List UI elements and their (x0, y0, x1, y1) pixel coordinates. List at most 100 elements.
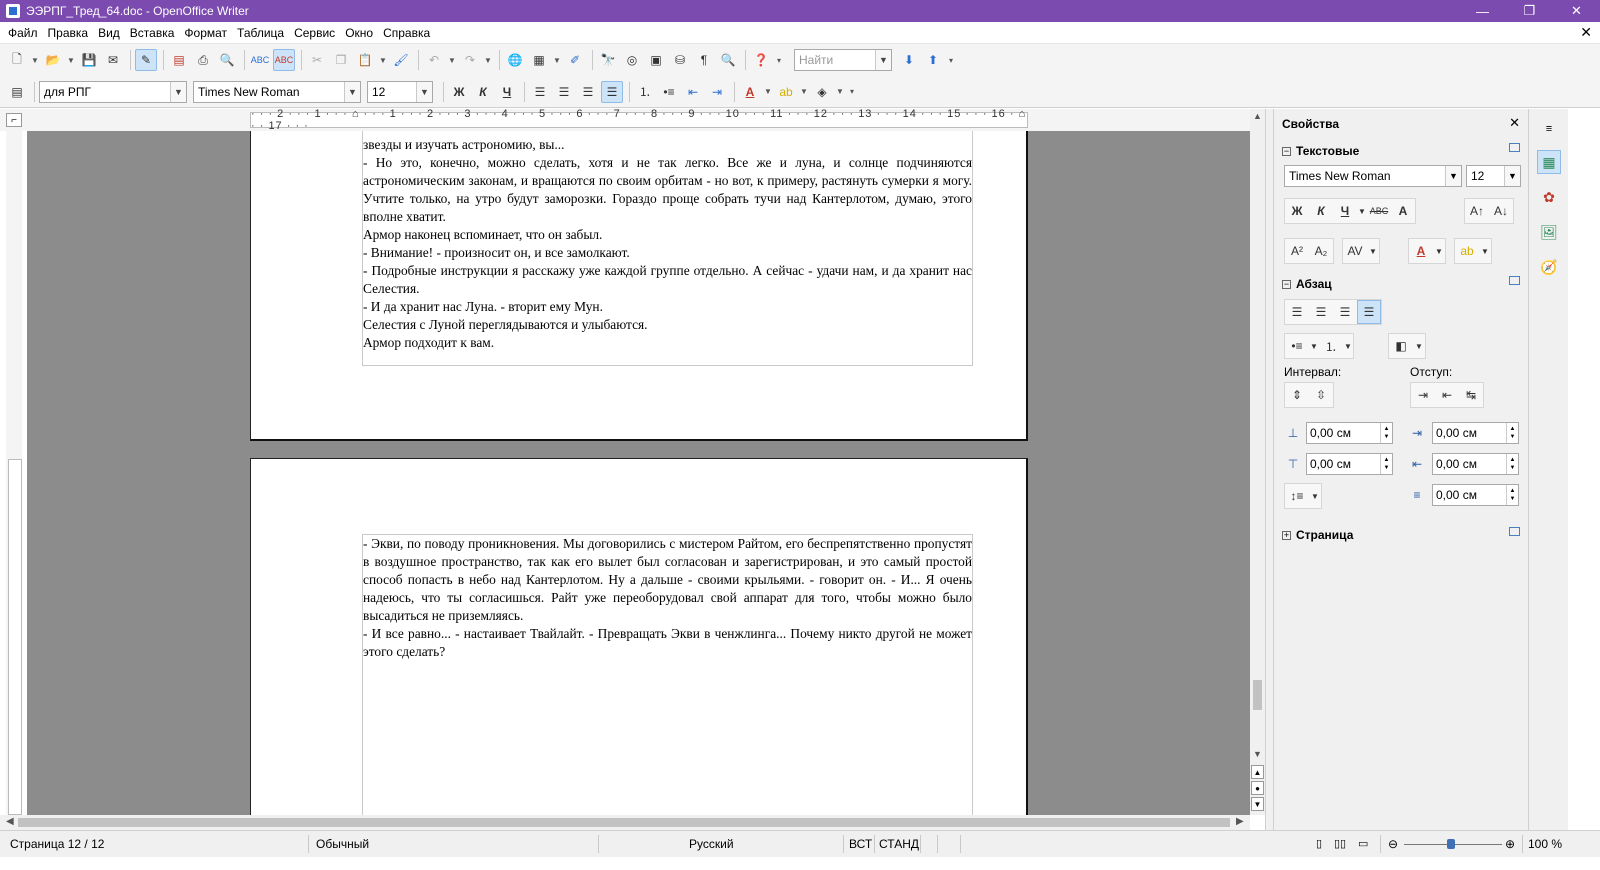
subscript-icon[interactable]: A₂ (1309, 239, 1333, 263)
spin-arrows-icon[interactable]: ▲ ▼ (1506, 485, 1518, 505)
section-text-header[interactable]: − Текстовые (1282, 144, 1359, 158)
sidebar-font-name-select[interactable]: Times New Roman ▼ (1284, 165, 1462, 187)
spacing-above-field[interactable]: 0,00 см ▲ ▼ (1306, 422, 1393, 444)
underline-dropdown-icon[interactable]: ▼ (1357, 199, 1367, 223)
increase-indent-icon[interactable]: ⇥ (1411, 383, 1435, 407)
sidebar-justify-icon[interactable]: ☰ (1357, 300, 1381, 324)
font-color-dropdown-icon[interactable]: ▼ (1433, 239, 1445, 263)
page-style[interactable]: Обычный (316, 837, 369, 851)
highlight-dropdown-icon[interactable]: ▼ (799, 81, 809, 103)
increase-spacing-icon[interactable]: ⇕ (1285, 383, 1309, 407)
sidebar-numbering-icon[interactable]: ⒈ (1319, 334, 1343, 358)
shadow-icon[interactable]: A (1391, 199, 1415, 223)
numbering-dropdown-icon[interactable]: ▼ (1343, 334, 1353, 358)
auto-spellcheck-icon[interactable]: ABC (273, 49, 295, 71)
paragraph-style-select[interactable]: для РПГ ▼ (39, 80, 187, 103)
find-dropdown-icon[interactable]: ▼ (875, 50, 891, 70)
hanging-indent-icon[interactable]: ↹ (1459, 383, 1483, 407)
highlight-icon[interactable]: ab (775, 81, 797, 103)
spellcheck-icon[interactable]: ABC (249, 49, 271, 71)
undo-dropdown-icon[interactable]: ▼ (447, 49, 457, 71)
paragraph-background-icon[interactable]: ◧ (1389, 334, 1413, 358)
close-window-button[interactable]: ✕ (1553, 0, 1600, 22)
copy-icon[interactable]: ❐ (330, 49, 352, 71)
font-name-select[interactable]: Times New Roman ▼ (193, 80, 361, 103)
export-pdf-icon[interactable]: ▤ (168, 49, 190, 71)
navigator-icon[interactable]: ◎ (621, 49, 643, 71)
menu-table[interactable]: Таблица (233, 26, 288, 40)
open-icon[interactable]: 📂 (42, 49, 64, 71)
find-replace-icon[interactable]: 🔭 (597, 49, 619, 71)
sidebar-font-color-icon[interactable]: A (1409, 239, 1433, 263)
chevron-down-icon[interactable]: ▼ (344, 81, 360, 102)
sidebar-bullets-icon[interactable]: •≡ (1285, 334, 1309, 358)
background-dropdown-icon[interactable]: ▼ (1413, 334, 1425, 358)
hyperlink-icon[interactable]: 🌐 (504, 49, 526, 71)
single-page-view-icon[interactable]: ▯ (1316, 837, 1322, 850)
close-document-icon[interactable]: ✕ (1580, 24, 1592, 41)
language-indicator[interactable]: Русский (689, 837, 734, 851)
save-icon[interactable]: 💾 (78, 49, 100, 71)
zoom-level[interactable]: 100 % (1528, 837, 1562, 851)
formatting-marks-icon[interactable]: ¶ (693, 49, 715, 71)
align-center-icon[interactable]: ☰ (553, 81, 575, 103)
redo-dropdown-icon[interactable]: ▼ (483, 49, 493, 71)
line-spacing-icon[interactable]: ↕≡ (1285, 484, 1309, 508)
new-dropdown-icon[interactable]: ▼ (30, 49, 40, 71)
gallery-icon[interactable]: ▣ (645, 49, 667, 71)
redo-icon[interactable]: ↷ (459, 49, 481, 71)
toolbar2-overflow-icon[interactable]: ▾ (847, 81, 857, 103)
spacing-below-field[interactable]: 0,00 см ▲ ▼ (1306, 453, 1393, 475)
table-dropdown-icon[interactable]: ▼ (552, 49, 562, 71)
sidebar-font-size-select[interactable]: 12 ▼ (1466, 165, 1521, 187)
scroll-down-icon[interactable]: ▼ (1253, 749, 1262, 759)
strikethrough-icon[interactable]: ABC (1367, 199, 1391, 223)
sidebar-bold-icon[interactable]: Ж (1285, 199, 1309, 223)
line-spacing-dropdown-icon[interactable]: ▼ (1309, 484, 1321, 508)
cut-icon[interactable]: ✂ (306, 49, 328, 71)
close-icon[interactable]: ✕ (1509, 115, 1520, 131)
decrease-indent-icon[interactable]: ⇤ (1435, 383, 1459, 407)
book-view-icon[interactable]: ▭ (1358, 837, 1368, 850)
zoom-in-icon[interactable]: ⊕ (1505, 837, 1515, 851)
scroll-right-icon[interactable]: ▶ (1236, 816, 1244, 827)
chevron-down-icon[interactable]: ▼ (416, 81, 432, 102)
chevron-down-icon[interactable]: ▼ (1504, 166, 1520, 186)
text-area[interactable]: - Экви, по поводу проникновения. Мы дого… (362, 534, 973, 815)
print-icon[interactable]: ⎙ (192, 49, 214, 71)
selection-mode[interactable]: СТАНД (879, 837, 919, 851)
align-right-icon[interactable]: ☰ (577, 81, 599, 103)
spin-arrows-icon[interactable]: ▲ ▼ (1380, 423, 1392, 443)
vertical-scrollbar[interactable]: ▲ ▼ ▲ ● ▼ (1250, 109, 1265, 815)
multi-page-view-icon[interactable]: ▯▯ (1334, 837, 1346, 850)
sidebar-align-left-icon[interactable]: ☰ (1285, 300, 1309, 324)
more-options-icon[interactable] (1509, 276, 1520, 285)
chevron-down-icon[interactable]: ▼ (1445, 166, 1461, 186)
spin-arrows-icon[interactable]: ▲ ▼ (1506, 423, 1518, 443)
sidebar-highlight-icon[interactable]: ab (1455, 239, 1479, 263)
sidebar-align-right-icon[interactable]: ☰ (1333, 300, 1357, 324)
find-previous-icon[interactable]: ⬆ (922, 49, 944, 71)
spacing-dropdown-icon[interactable]: ▼ (1367, 239, 1379, 263)
vertical-ruler-strip[interactable] (8, 459, 22, 815)
spin-arrows-icon[interactable]: ▲ ▼ (1380, 454, 1392, 474)
menu-format[interactable]: Формат (180, 26, 231, 40)
menu-insert[interactable]: Вставка (126, 26, 179, 40)
menu-edit[interactable]: Правка (44, 26, 93, 40)
insert-mode[interactable]: ВСТ (849, 837, 872, 851)
scroll-left-icon[interactable]: ◀ (6, 816, 14, 827)
toolbar1-overflow-icon[interactable]: ▾ (774, 49, 784, 71)
background-dropdown-icon[interactable]: ▼ (835, 81, 845, 103)
restore-button[interactable]: ❐ (1506, 0, 1553, 22)
decrease-indent-icon[interactable]: ⇤ (682, 81, 704, 103)
increase-indent-icon[interactable]: ⇥ (706, 81, 728, 103)
edit-mode-icon[interactable]: ✎ (135, 49, 157, 71)
horizontal-scrollbar[interactable]: ◀ ▶ (0, 815, 1250, 830)
minimize-button[interactable]: — (1459, 0, 1506, 22)
new-document-icon[interactable]: 🗋 (6, 49, 28, 71)
chevron-down-icon[interactable]: ▼ (170, 81, 186, 102)
sidebar-splitter[interactable] (1265, 109, 1273, 830)
paste-dropdown-icon[interactable]: ▼ (378, 49, 388, 71)
indent-before-field[interactable]: 0,00 см ▲ ▼ (1432, 422, 1519, 444)
find-next-icon[interactable]: ⬇ (898, 49, 920, 71)
